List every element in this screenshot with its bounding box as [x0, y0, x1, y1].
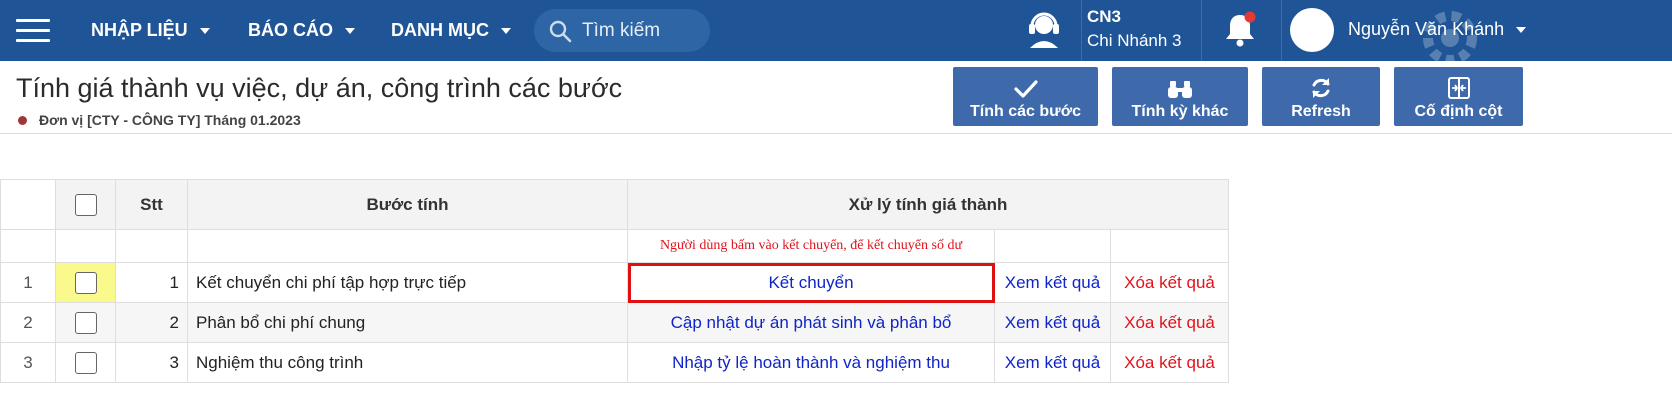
user-name: Nguyễn Văn Khánh — [1348, 19, 1505, 39]
button-label: Cố định cột — [1414, 103, 1503, 120]
menu-label: BÁO CÁO — [248, 20, 333, 40]
support-headset-icon[interactable] — [1022, 10, 1066, 50]
page-subtitle: Đơn vị [CTY - CÔNG TY] Tháng 01.2023 — [18, 112, 301, 128]
table-row: 2 2 Phân bổ chi phí chung Cập nhật dự án… — [0, 302, 1229, 343]
column-header-stt: Stt — [115, 179, 188, 230]
caret-down-icon — [345, 27, 355, 34]
empty-cell — [115, 229, 188, 263]
check-icon — [1013, 80, 1038, 98]
transfer-link[interactable]: Kết chuyển — [627, 262, 995, 303]
update-allocation-link[interactable]: Cập nhật dự án phát sinh và phân bổ — [627, 302, 995, 343]
divider — [1081, 0, 1082, 61]
row-checkbox[interactable] — [74, 311, 97, 334]
row-number: 3 — [0, 342, 56, 383]
search-box[interactable] — [534, 9, 710, 52]
view-result-link[interactable]: Xem kết quả — [994, 302, 1111, 343]
caret-down-icon — [199, 27, 210, 34]
branch-selector[interactable]: CN3 Chi Nhánh 3 — [1087, 7, 1182, 51]
row-stt: 2 — [115, 302, 188, 343]
row-step-name: Phân bổ chi phí chung — [187, 302, 628, 343]
branch-code: CN3 — [1087, 7, 1122, 26]
freeze-column-icon — [1447, 77, 1470, 99]
caret-down-icon — [1516, 26, 1527, 33]
empty-cell — [0, 229, 56, 263]
refresh-icon — [1312, 78, 1330, 98]
refresh-button[interactable]: Refresh — [1262, 67, 1380, 126]
row-select-cell[interactable] — [55, 262, 116, 303]
grid-header-row: Stt Bước tính Xử lý tính giá thành — [0, 179, 1229, 230]
empty-cell — [187, 229, 628, 263]
row-checkbox[interactable] — [74, 271, 97, 294]
branch-name: Chi Nhánh 3 — [1087, 31, 1182, 50]
view-result-link[interactable]: Xem kết quả — [994, 262, 1111, 303]
grid-note-row: Người dùng bấm vào kết chuyển, để kết ch… — [0, 229, 1229, 263]
button-label: Tính kỳ khác — [1131, 103, 1229, 120]
divider — [0, 133, 1672, 134]
column-header-step: Bước tính — [187, 179, 628, 230]
button-label: Refresh — [1291, 103, 1351, 120]
divider — [1281, 0, 1282, 61]
empty-cell — [994, 229, 1111, 263]
completion-acceptance-link[interactable]: Nhập tỷ lệ hoàn thành và nghiệm thu — [627, 342, 995, 383]
row-number: 2 — [0, 302, 56, 343]
user-menu[interactable]: Nguyễn Văn Khánh — [1348, 19, 1527, 40]
menu-danh-muc[interactable]: DANH MỤC — [391, 0, 511, 61]
menu-bao-cao[interactable]: BÁO CÁO — [248, 0, 355, 61]
row-step-name: Kết chuyển chi phí tập hợp trực tiếp — [187, 262, 628, 303]
button-label: Tính các bước — [970, 103, 1081, 120]
notification-bell-icon[interactable] — [1218, 10, 1262, 50]
delete-result-link[interactable]: Xóa kết quả — [1110, 342, 1229, 383]
search-input[interactable] — [582, 19, 702, 42]
hamburger-menu-icon[interactable] — [16, 19, 50, 43]
row-number: 1 — [0, 262, 56, 303]
page-title: Tính giá thành vụ việc, dự án, công trìn… — [16, 73, 623, 103]
empty-cell — [1110, 229, 1229, 263]
view-result-link[interactable]: Xem kết quả — [994, 342, 1111, 383]
row-checkbox[interactable] — [74, 351, 97, 374]
table-row: 1 1 Kết chuyển chi phí tập hợp trực tiếp… — [0, 262, 1229, 303]
calculate-steps-button[interactable]: Tính các bước — [953, 67, 1098, 126]
table-row: 3 3 Nghiệm thu công trình Nhập tỷ lệ hoà… — [0, 342, 1229, 383]
search-icon — [549, 20, 572, 42]
freeze-column-button[interactable]: Cố định cột — [1394, 67, 1523, 126]
row-number-header — [0, 179, 56, 230]
menu-label: DANH MỤC — [391, 20, 489, 40]
menu-label: NHẬP LIỆU — [91, 20, 188, 40]
menu-nhap-lieu[interactable]: NHẬP LIỆU — [91, 0, 210, 61]
row-stt: 3 — [115, 342, 188, 383]
delete-result-link[interactable]: Xóa kết quả — [1110, 302, 1229, 343]
row-select-cell[interactable] — [55, 302, 116, 343]
calculate-other-period-button[interactable]: Tính kỳ khác — [1112, 67, 1248, 126]
status-dot-icon — [18, 115, 27, 125]
top-navigation-bar: NHẬP LIỆU BÁO CÁO DANH MỤC CN3 Chi Nhánh… — [0, 0, 1672, 61]
subtitle-text: Đơn vị [CTY - CÔNG TY] Tháng 01.2023 — [39, 112, 301, 128]
row-step-name: Nghiệm thu công trình — [187, 342, 628, 383]
empty-cell — [55, 229, 116, 263]
divider — [1201, 0, 1202, 61]
binoculars-icon — [1168, 81, 1192, 98]
delete-result-link[interactable]: Xóa kết quả — [1110, 262, 1229, 303]
row-select-cell[interactable] — [55, 342, 116, 383]
row-stt: 1 — [115, 262, 188, 303]
calculation-steps-grid: Stt Bước tính Xử lý tính giá thành Người… — [0, 179, 1229, 383]
select-all-checkbox[interactable] — [74, 193, 97, 216]
select-all-header — [55, 179, 116, 230]
user-avatar[interactable] — [1290, 8, 1334, 52]
column-header-process: Xử lý tính giá thành — [627, 179, 1229, 230]
instruction-note: Người dùng bấm vào kết chuyển, để kết ch… — [627, 229, 995, 263]
caret-down-icon — [501, 27, 511, 34]
